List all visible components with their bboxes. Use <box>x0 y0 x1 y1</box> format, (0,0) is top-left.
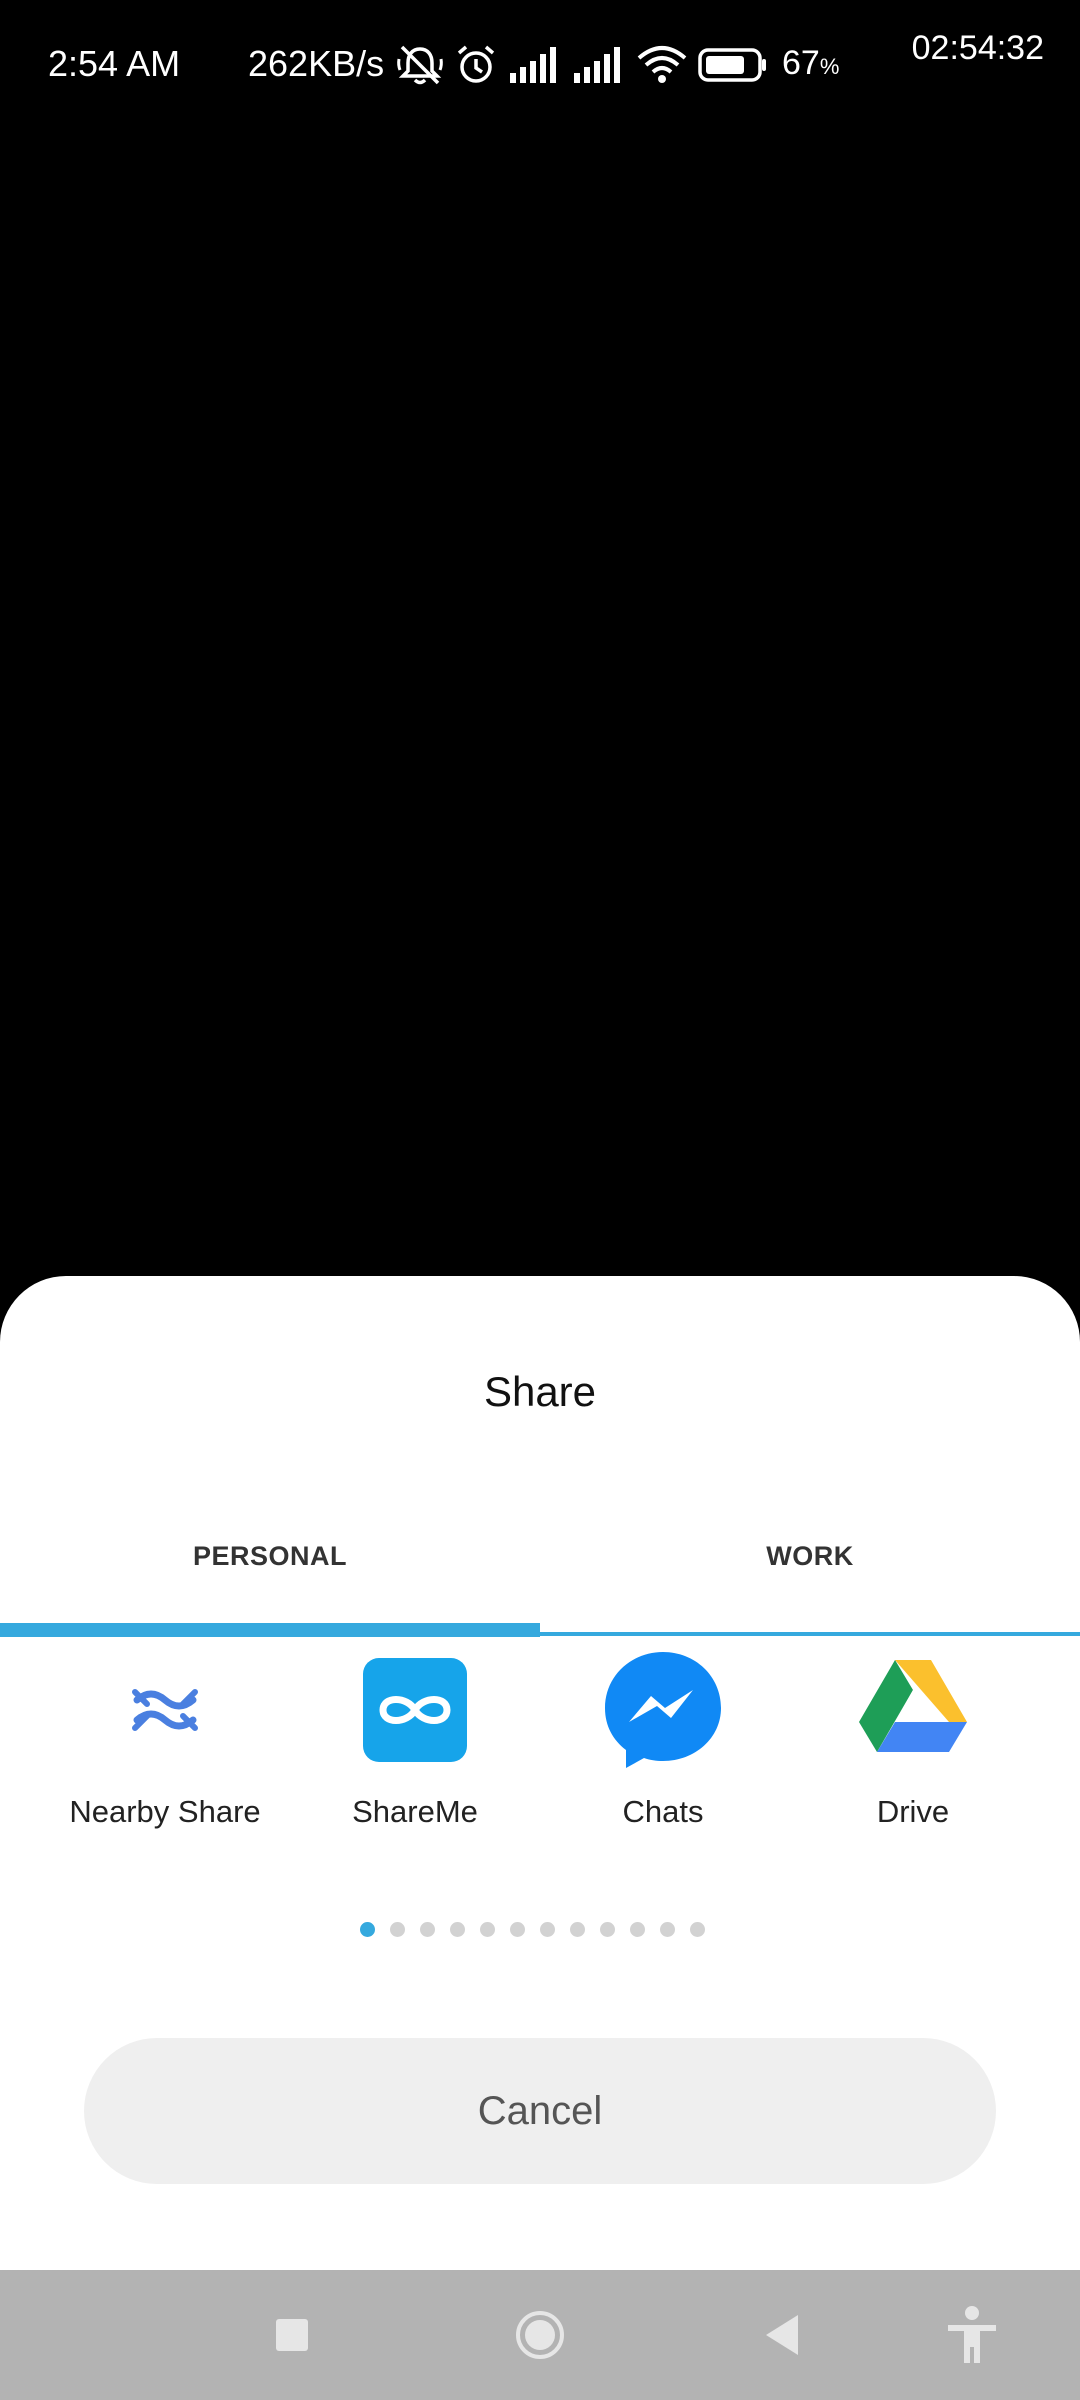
signal-icon <box>572 45 626 85</box>
page-dot <box>660 1922 675 1937</box>
tab-personal[interactable]: PERSONAL <box>0 1516 540 1596</box>
app-label: Chats <box>622 1794 704 1829</box>
battery-icon <box>698 47 768 83</box>
page-dot <box>630 1922 645 1937</box>
cancel-button[interactable]: Cancel <box>84 2038 996 2184</box>
shareme-icon <box>357 1652 473 1768</box>
accessibility-icon[interactable] <box>942 2305 1002 2365</box>
alarm-icon <box>454 43 498 87</box>
share-sheet: Share PERSONAL WORK Nearby Share ShareMe… <box>0 1276 1080 2270</box>
wifi-icon <box>636 44 688 86</box>
network-speed: 262KB/s <box>248 43 385 84</box>
page-dot <box>690 1922 705 1937</box>
battery-percent: 67% <box>782 44 840 82</box>
profile-tabs: PERSONAL WORK <box>0 1516 1080 1596</box>
app-grid: Nearby Share ShareMe Chats Drive <box>0 1652 1080 1852</box>
messenger-icon <box>605 1652 721 1768</box>
app-chats[interactable]: Chats <box>538 1652 788 1852</box>
screen: 2:54 AM 262KB/s 67% 02:54:32 Share PERSO… <box>0 0 1080 2400</box>
status-icons: 67% <box>396 40 839 90</box>
status-time: 2:54 AM <box>48 43 181 84</box>
navigation-bar <box>0 2270 1080 2400</box>
page-dot <box>600 1922 615 1937</box>
page-dot <box>390 1922 405 1937</box>
nearby-share-icon <box>107 1652 223 1768</box>
recents-icon[interactable] <box>262 2305 322 2365</box>
page-dot <box>570 1922 585 1937</box>
signal-icon <box>508 45 562 85</box>
app-label: Drive <box>876 1794 950 1829</box>
app-label: ShareMe <box>352 1794 478 1829</box>
page-dot <box>510 1922 525 1937</box>
app-shareme[interactable]: ShareMe <box>290 1652 540 1852</box>
status-bar: 2:54 AM 262KB/s 67% 02:54:32 <box>0 0 1080 130</box>
drive-icon <box>855 1652 971 1768</box>
overlay-clock: 02:54:32 <box>911 29 1044 67</box>
page-indicator <box>360 1922 705 1937</box>
app-nearby-share[interactable]: Nearby Share <box>40 1652 290 1852</box>
page-dot <box>480 1922 495 1937</box>
back-icon[interactable] <box>752 2305 812 2365</box>
home-icon[interactable] <box>510 2305 570 2365</box>
sheet-title: Share <box>483 1368 597 1415</box>
app-drive[interactable]: Drive <box>788 1652 1038 1852</box>
page-dot <box>450 1922 465 1937</box>
page-dot <box>540 1922 555 1937</box>
app-label: Nearby Share <box>69 1794 261 1829</box>
mute-icon <box>396 43 444 87</box>
page-dot <box>420 1922 435 1937</box>
page-dot <box>360 1922 375 1937</box>
tab-work[interactable]: WORK <box>540 1516 1080 1596</box>
tab-indicator <box>0 1623 540 1637</box>
